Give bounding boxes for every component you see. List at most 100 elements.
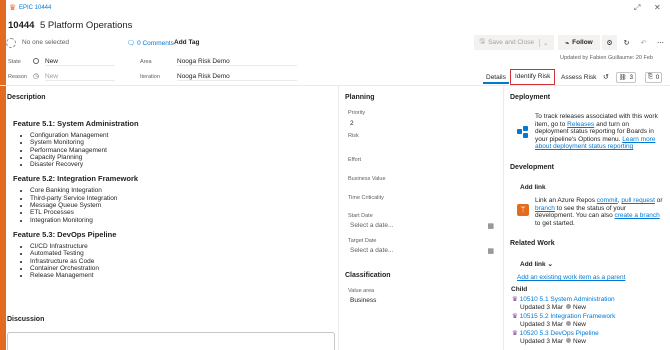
undo-icon[interactable]: ↶: [636, 35, 651, 50]
paperclip-icon: ⎘: [648, 74, 653, 80]
target-date-placeholder: Select a date...: [350, 247, 394, 254]
related-item-id: 10510: [519, 296, 538, 303]
follow-button[interactable]: ⌁ Follow: [558, 35, 600, 50]
related-item-title[interactable]: 5.1 System Administration: [540, 296, 615, 303]
time-criticality-label: Time Criticality: [348, 195, 384, 201]
effort-label: Effort: [348, 157, 362, 163]
calendar-icon[interactable]: ▦: [487, 222, 494, 230]
priority-field[interactable]: 2: [350, 120, 354, 127]
comments-link[interactable]: 🗨 0 Comments: [127, 39, 174, 47]
clock-icon: ◷: [33, 73, 40, 80]
crown-icon: ♛: [512, 330, 520, 337]
branch-link[interactable]: branch: [535, 205, 555, 212]
crown-icon: ♛: [512, 296, 520, 303]
crown-icon: ♛: [9, 3, 17, 12]
related-item-updated: Updated 3 Mar: [520, 320, 563, 328]
list-item: Release Management: [30, 272, 313, 279]
add-existing-parent-link[interactable]: Add an existing work item as a parent: [517, 274, 625, 281]
value-area-label: Value area: [348, 288, 375, 294]
top-bar: ♛ EPIC 10444 ⤢ ✕: [6, 0, 670, 17]
planning-heading: Planning: [345, 94, 375, 101]
start-date-picker[interactable]: Select a date... ▦: [348, 222, 496, 233]
target-date-picker[interactable]: Select a date... ▦: [348, 247, 496, 258]
work-item-title[interactable]: 5 Platform Operations: [40, 20, 132, 31]
state-label: State: [8, 59, 21, 65]
list-item: Configuration Management: [30, 132, 313, 139]
save-close-label: Save and Close: [488, 39, 534, 46]
discussion-heading: Discussion: [7, 316, 45, 323]
add-related-link-button[interactable]: Add link ⌄: [520, 260, 553, 268]
list-item: Performance Management: [30, 147, 313, 154]
development-text-1: Link an Azure Repos: [535, 197, 597, 204]
area-label: Area: [140, 59, 152, 65]
status-dot: [566, 321, 571, 327]
assignee-field[interactable]: No one selected: [22, 39, 69, 46]
calendar-icon[interactable]: ▦: [487, 247, 494, 255]
related-item-updated: Updated 3 Mar: [520, 337, 563, 345]
related-item-title[interactable]: 5.2 Integration Framework: [540, 313, 616, 320]
attachments-count: 0: [655, 74, 660, 81]
discussion-input[interactable]: [7, 332, 335, 350]
tab-assess-risk[interactable]: Assess Risk: [558, 72, 599, 84]
list-item: Capacity Planning: [30, 154, 313, 161]
links-tab[interactable]: ⛓ 3: [616, 72, 636, 83]
list-item: Third-party Service Integration: [30, 195, 313, 202]
more-actions-icon[interactable]: ⋯: [653, 35, 668, 50]
list-item[interactable]: ♛ 10510 5.1 System Administration Update…: [512, 296, 667, 311]
start-date-placeholder: Select a date...: [350, 222, 394, 229]
maximize-icon[interactable]: ⤢: [634, 3, 640, 12]
priority-label: Priority: [348, 110, 366, 116]
pull-request-link[interactable]: pull request: [621, 197, 655, 204]
feature-heading: Feature 5.2: Integration Framework: [13, 174, 139, 184]
feature-list: CI/CD Infrastructure Automated Testing I…: [30, 243, 313, 279]
list-item: ETL Processes: [30, 209, 313, 216]
list-item: Core Banking Integration: [30, 187, 313, 194]
list-item[interactable]: ♛ 10520 5.3 DevOps Pipeline Updated 3 Ma…: [512, 330, 667, 345]
value-area-field[interactable]: Business: [350, 297, 376, 304]
description-editor[interactable]: Feature 5.1: System Administration Confi…: [13, 119, 313, 285]
related-item-title[interactable]: 5.3 DevOps Pipeline: [540, 330, 599, 337]
comments-label: 0 Comments: [137, 40, 174, 47]
tab-details[interactable]: Details: [483, 72, 509, 84]
create-branch-link[interactable]: create a branch: [615, 212, 660, 219]
area-field[interactable]: Nooga Risk Demo: [177, 58, 297, 66]
save-and-close-button[interactable]: 🖫 Save and Close ⌄: [474, 35, 554, 50]
state-icon: [33, 58, 39, 64]
close-icon[interactable]: ✕: [654, 3, 661, 12]
add-related-link-label: Add link: [520, 261, 546, 268]
related-list: ♛ 10510 5.1 System Administration Update…: [512, 296, 667, 345]
commit-link[interactable]: commit: [597, 197, 618, 204]
iteration-field[interactable]: Nooga Risk Demo: [177, 73, 297, 81]
add-dev-link-button[interactable]: Add link: [520, 184, 546, 191]
column-divider: [503, 86, 504, 350]
feature-heading: Feature 5.1: System Administration: [13, 119, 139, 128]
related-item-state: New: [573, 303, 587, 311]
avatar[interactable]: [6, 38, 16, 48]
deployment-icon: [517, 126, 529, 138]
related-item-state: New: [573, 337, 587, 345]
list-item: Disaster Recovery: [30, 161, 313, 168]
gear-icon[interactable]: ⚙: [602, 35, 617, 50]
tab-identify-risk[interactable]: Identify Risk: [510, 69, 556, 85]
releases-link[interactable]: Releases: [567, 121, 594, 128]
reason-field[interactable]: New: [45, 73, 115, 81]
development-heading: Development: [510, 164, 554, 171]
list-item[interactable]: ♛ 10515 5.2 Integration Framework Update…: [512, 313, 667, 328]
refresh-icon[interactable]: ↻: [619, 35, 634, 50]
development-text: Link an Azure Repos commit, pull request…: [535, 197, 663, 227]
feature-list: Configuration Management System Monitori…: [30, 132, 313, 168]
reason-label: Reason: [8, 74, 27, 80]
start-date-label: Start Date: [348, 213, 373, 219]
header-divider: [0, 85, 670, 86]
add-tag-button[interactable]: Add Tag: [174, 39, 200, 46]
attachments-tab[interactable]: ⎘ 0: [645, 72, 663, 83]
feature-list: Core Banking Integration Third-party Ser…: [30, 187, 313, 223]
list-item: Message Queue System: [30, 202, 313, 209]
related-item-state: New: [573, 320, 587, 328]
state-field[interactable]: New: [45, 58, 115, 66]
chevron-down-icon[interactable]: ⌄: [538, 38, 548, 47]
history-icon[interactable]: ↺: [600, 72, 612, 84]
deployment-text: To track releases associated with this w…: [535, 113, 663, 151]
child-label: Child: [511, 286, 528, 293]
follow-label: Follow: [572, 39, 593, 46]
